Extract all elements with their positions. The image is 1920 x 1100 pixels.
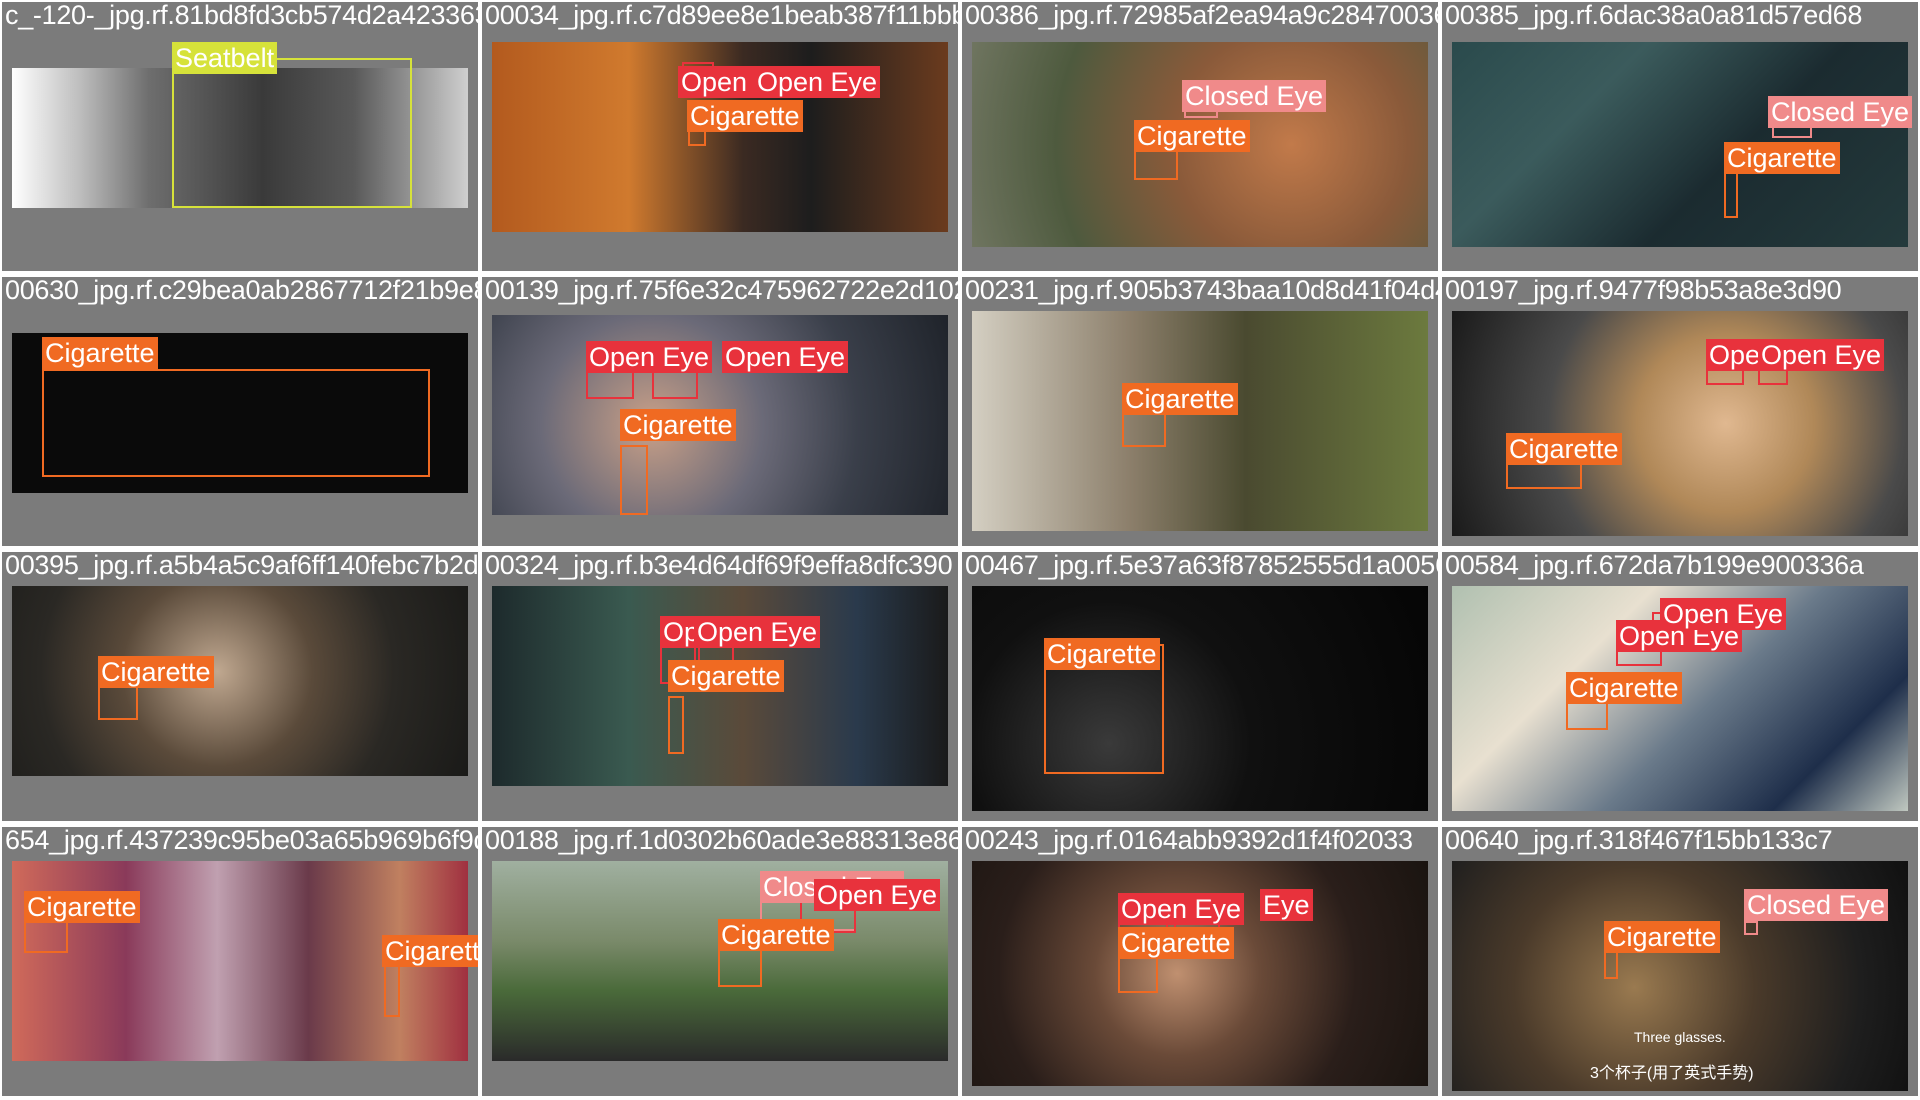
class-label: Cigarette [718,919,834,951]
class-label: Cigarette [668,660,784,692]
prediction-tile: 00630_jpg.rf.c29bea0ab2867712f21b9e840 Ci… [2,277,478,546]
class-label: Open Eye [722,341,849,373]
image-filename: 00386_jpg.rf.72985af2ea94a9c284700365_59 [965,2,1438,30]
photo [972,311,1428,531]
image-filename: 00630_jpg.rf.c29bea0ab2867712f21b9e840 [5,277,478,305]
prediction-tile: c_-120-_jpg.rf.81bd8fd3cb574d2a4233634ab… [2,2,478,271]
prediction-tile: 00467_jpg.rf.5e37a63f87852555d1a00566 Cig… [962,552,1438,821]
image-filename: 00243_jpg.rf.0164abb9392d1f4f02033 [965,827,1413,855]
class-label: Cigarette [1604,921,1720,953]
photo [12,586,468,776]
image-filename: 00139_jpg.rf.75f6e32c475962722e2d102d [485,277,958,305]
prediction-tile: 00034_jpg.rf.c7d89ee8e1beab387f11bbb Open… [482,2,958,271]
class-label: Cigarette [1122,383,1238,415]
image-filename: 00584_jpg.rf.672da7b199e900336a [1445,552,1864,580]
image-filename: 00324_jpg.rf.b3e4d64df69f9effa8dfc390 [485,552,953,580]
class-label: Open Eye [814,879,941,911]
class-label: Open Eye [1118,893,1245,925]
prediction-grid: c_-120-_jpg.rf.81bd8fd3cb574d2a4233634ab… [0,0,1920,1100]
bounding-box [42,369,430,477]
bounding-box [172,58,412,208]
subtitle-chinese: 3个杯子(用了英式手势) [1590,1065,1754,1082]
bounding-box [384,963,400,1017]
class-label: Cigarette [1118,927,1234,959]
prediction-tile: 654_jpg.rf.437239c95be03a65b969b6f9d183 C… [2,827,478,1096]
image-filename: 00467_jpg.rf.5e37a63f87852555d1a00566 [965,552,1438,580]
class-label: Closed Eye [1744,889,1889,921]
prediction-tile: 00231_jpg.rf.905b3743baa10d8d41f04d43_3 C… [962,277,1438,546]
class-label: Closed Eye [1768,96,1913,128]
class-label: Cigarette [1724,142,1840,174]
image-filename: c_-120-_jpg.rf.81bd8fd3cb574d2a4233634ab [5,2,478,30]
prediction-tile: 00188_jpg.rf.1d0302b60ade3e88313e8659 Clo… [482,827,958,1096]
class-label: Cigarette [98,656,214,688]
prediction-tile: 00139_jpg.rf.75f6e32c475962722e2d102d Ope… [482,277,958,546]
class-label: Open Eye [694,616,821,648]
prediction-tile: 00584_jpg.rf.672da7b199e900336a Open Eye O… [1442,552,1918,821]
prediction-tile: 00243_jpg.rf.0164abb9392d1f4f02033 Open E… [962,827,1438,1096]
image-filename: 00188_jpg.rf.1d0302b60ade3e88313e8659 [485,827,958,855]
image-filename: 00640_jpg.rf.318f467f15bb133c7 [1445,827,1833,855]
prediction-tile: 00640_jpg.rf.318f467f15bb133c7 Closed Eye… [1442,827,1918,1096]
image-filename: 00231_jpg.rf.905b3743baa10d8d41f04d43_3 [965,277,1438,305]
image-filename: 654_jpg.rf.437239c95be03a65b969b6f9d183 [5,827,478,855]
prediction-tile: 00395_jpg.rf.a5b4a5c9af6ff140febc7b2d Cig… [2,552,478,821]
class-label: Cigarette [42,337,158,369]
class-label: Cigarette [1506,433,1622,465]
image-filename: 00034_jpg.rf.c7d89ee8e1beab387f11bbb [485,2,958,30]
prediction-tile: 00197_jpg.rf.9477f98b53a8e3d90Open EyeOp… [1442,277,1918,546]
class-label: Open Eye [1660,598,1787,630]
class-label: Cigarette [687,100,803,132]
bounding-box [668,696,684,754]
subtitle-english: Three glasses. [1634,1029,1726,1045]
class-label: Open Eye [754,66,881,98]
photo [972,586,1428,811]
image-filename: 00395_jpg.rf.a5b4a5c9af6ff140febc7b2d [5,552,478,580]
class-label: Cigarette [1134,120,1250,152]
image-filename: 00385_jpg.rf.6dac38a0a81d57ed68 [1445,2,1863,30]
photo [1452,42,1908,247]
class-label: Cigarette [382,935,478,967]
class-label: Seatbelt [172,42,278,74]
class-label: Cigarette [1566,672,1682,704]
bounding-box [1744,921,1758,935]
prediction-tile: 00386_jpg.rf.72985af2ea94a9c284700365_59… [962,2,1438,271]
class-label: Cigarette [24,891,140,923]
bounding-box [620,445,648,515]
prediction-tile: 00324_jpg.rf.b3e4d64df69f9effa8dfc390 Ope… [482,552,958,821]
prediction-tile: 00385_jpg.rf.6dac38a0a81d57ed68 Closed Ey… [1442,2,1918,271]
class-label: Open Eye [586,341,713,373]
image-filename: 00197_jpg.rf.9477f98b53a8e3d90 [1445,277,1842,305]
class-label: Cigarette [1044,638,1160,670]
class-label: Eye [1260,889,1313,921]
class-label: Open Eye [1758,339,1885,371]
class-label: Closed Eye [1182,80,1327,112]
class-label: Cigarette [620,409,736,441]
